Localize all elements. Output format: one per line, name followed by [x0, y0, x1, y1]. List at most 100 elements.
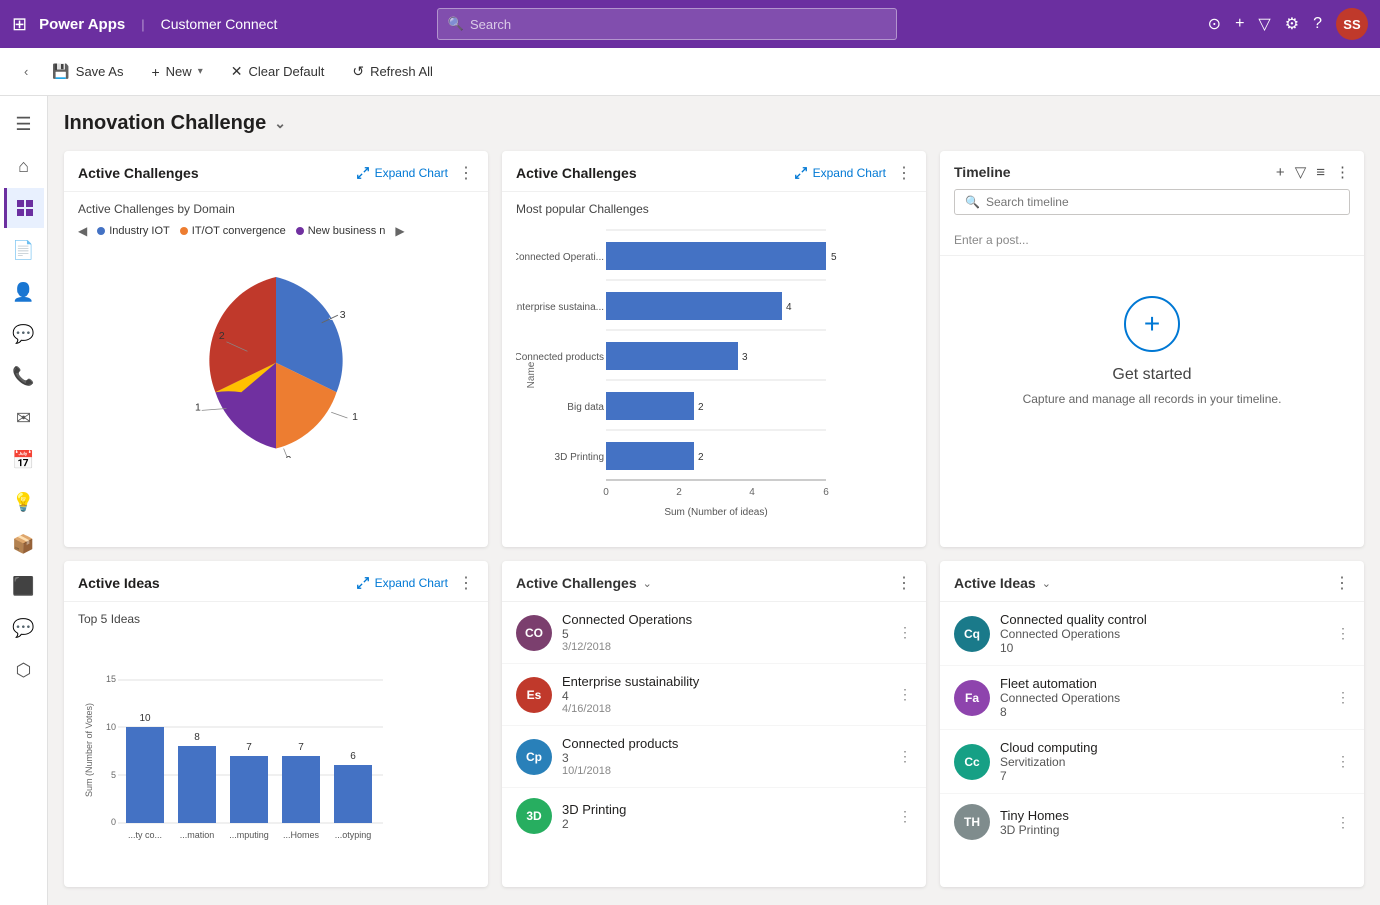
pie-expand-button[interactable]: Expand Chart [356, 166, 448, 180]
ideas-list-more-button[interactable]: ⋮ [1334, 573, 1350, 593]
pie-chart-container: 3 3 [78, 248, 474, 468]
pie-chart-subtitle: Active Challenges by Domain [78, 202, 474, 216]
timeline-search-icon: 🔍 [965, 195, 980, 209]
sidebar-box-icon[interactable]: 📦 [4, 524, 44, 564]
svg-text:10: 10 [106, 722, 116, 732]
item-more-cp[interactable]: ⋮ [898, 748, 912, 765]
active-challenges-pie-card: Active Challenges Expand Chart ⋮ Active … [64, 151, 488, 547]
clear-default-button[interactable]: ✕ Clear Default [219, 57, 337, 86]
sidebar-hex-icon[interactable]: ⬡ [4, 650, 44, 690]
ideas-chart-more-button[interactable]: ⋮ [458, 573, 474, 593]
sidebar-menu-icon[interactable]: ☰ [4, 104, 44, 144]
timeline-filter-icon[interactable]: ▽ [1295, 163, 1307, 181]
sidebar-lightbulb-icon[interactable]: 💡 [4, 482, 44, 522]
item-sub-cq: Connected Operations [1000, 627, 1326, 641]
pie-card-actions: Expand Chart ⋮ [356, 163, 474, 183]
item-more-es[interactable]: ⋮ [898, 686, 912, 703]
challenges-list-chevron[interactable]: ⌄ [643, 577, 652, 590]
item-name-cp: Connected products [562, 736, 888, 751]
filter-icon[interactable]: ▽ [1258, 14, 1270, 34]
entity-name-label: Customer Connect [161, 16, 278, 32]
timeline-add-icon[interactable]: + [1276, 164, 1285, 181]
sidebar-bubble-icon[interactable]: 💬 [4, 608, 44, 648]
challenges-list-title-wrap: Active Challenges ⌄ [516, 575, 652, 591]
item-count-co: 5 [562, 627, 888, 641]
user-avatar[interactable]: SS [1336, 8, 1368, 40]
sidebar-dashboard-icon[interactable] [4, 188, 44, 228]
sidebar-grid-icon[interactable]: ⬛ [4, 566, 44, 606]
apps-grid-icon[interactable]: ⊞ [12, 14, 27, 35]
active-ideas-list-card: Active Ideas ⌄ ⋮ Cq Connected quality co… [940, 561, 1364, 887]
legend-dot-itot [180, 227, 188, 235]
legend-next[interactable]: ▶ [395, 224, 404, 238]
svg-text:3: 3 [340, 310, 346, 321]
svg-text:3: 3 [742, 352, 748, 363]
svg-text:5: 5 [111, 770, 116, 780]
global-search-bar[interactable]: 🔍 [437, 8, 897, 40]
svg-text:7: 7 [298, 742, 304, 753]
sidebar-calendar-icon[interactable]: 📅 [4, 440, 44, 480]
svg-text:Enterprise sustaina...: Enterprise sustaina... [516, 302, 604, 313]
item-sub-fa: Connected Operations [1000, 691, 1326, 705]
svg-text:...Homes: ...Homes [283, 830, 320, 840]
legend-prev[interactable]: ◀ [78, 224, 87, 238]
sidebar-home-icon[interactable]: ⌂ [4, 146, 44, 186]
sidebar-chat-icon[interactable]: 💬 [4, 314, 44, 354]
new-button[interactable]: + New ▾ [139, 58, 214, 86]
help-icon[interactable]: ? [1313, 15, 1322, 33]
chart-row-2: Active Ideas Expand Chart ⋮ Top 5 Ideas … [64, 561, 1364, 887]
ideas-list-chevron[interactable]: ⌄ [1042, 577, 1051, 590]
svg-text:2: 2 [219, 331, 225, 342]
timeline-search-input[interactable] [986, 195, 1339, 209]
refresh-all-button[interactable]: ↺ Refresh All [340, 57, 445, 86]
circle-arrow-icon[interactable]: ⊙ [1208, 14, 1221, 34]
timeline-search-bar[interactable]: 🔍 [954, 189, 1350, 215]
top-nav-right: ⊙ + ▽ ⚙ ? SS [1208, 8, 1368, 40]
top-navigation: ⊞ Power Apps | Customer Connect 🔍 ⊙ + ▽ … [0, 0, 1380, 48]
bar-more-button[interactable]: ⋮ [896, 163, 912, 183]
item-avatar-es: Es [516, 677, 552, 713]
page-title-chevron[interactable]: ⌄ [274, 115, 286, 132]
svg-text:...otyping: ...otyping [335, 830, 372, 840]
timeline-more-icon[interactable]: ⋮ [1335, 163, 1350, 181]
ideas-chart-header: Active Ideas Expand Chart ⋮ [64, 561, 488, 602]
add-icon[interactable]: + [1235, 15, 1244, 33]
item-avatar-fa: Fa [954, 680, 990, 716]
enter-post-area[interactable]: Enter a post... [940, 225, 1364, 256]
svg-text:2: 2 [698, 452, 704, 463]
list-item: Es Enterprise sustainability 4 4/16/2018… [502, 664, 926, 726]
item-more-fa[interactable]: ⋮ [1336, 689, 1350, 706]
svg-text:4: 4 [786, 302, 792, 313]
item-name-es: Enterprise sustainability [562, 674, 888, 689]
item-sub-th: 3D Printing [1000, 823, 1326, 837]
active-ideas-chart-card: Active Ideas Expand Chart ⋮ Top 5 Ideas … [64, 561, 488, 887]
list-item: CO Connected Operations 5 3/12/2018 ⋮ [502, 602, 926, 664]
item-more-cc[interactable]: ⋮ [1336, 753, 1350, 770]
back-button[interactable]: ‹ [16, 58, 36, 85]
item-more-cq[interactable]: ⋮ [1336, 625, 1350, 642]
search-input[interactable] [470, 17, 886, 32]
sidebar-mail-icon[interactable]: ✉ [4, 398, 44, 438]
svg-text:...mputing: ...mputing [229, 830, 269, 840]
ideas-list-header: Active Ideas ⌄ ⋮ [940, 561, 1364, 602]
item-more-3d[interactable]: ⋮ [898, 808, 912, 825]
expand-icon-bar [794, 166, 808, 180]
new-dropdown-chevron[interactable]: ▾ [198, 66, 203, 77]
challenges-list-more-button[interactable]: ⋮ [896, 573, 912, 593]
legend-label-newbiz: New business n [308, 225, 386, 237]
settings-icon[interactable]: ⚙ [1285, 14, 1299, 34]
svg-text:1: 1 [352, 412, 358, 423]
item-more-th[interactable]: ⋮ [1336, 814, 1350, 831]
sidebar-phone-icon[interactable]: 📞 [4, 356, 44, 396]
item-more-co[interactable]: ⋮ [898, 624, 912, 641]
sidebar-person-icon[interactable]: 👤 [4, 272, 44, 312]
save-as-button[interactable]: 💾 Save As [40, 57, 135, 86]
timeline-add-button[interactable]: + [1124, 296, 1180, 352]
sidebar-doc-icon[interactable]: 📄 [4, 230, 44, 270]
timeline-card: Timeline + ▽ ≡ ⋮ 🔍 Enter a post... [940, 151, 1364, 547]
pie-more-button[interactable]: ⋮ [458, 163, 474, 183]
expand-icon [356, 166, 370, 180]
timeline-list-icon[interactable]: ≡ [1316, 164, 1325, 181]
ideas-expand-button[interactable]: Expand Chart [356, 576, 448, 590]
bar-expand-button[interactable]: Expand Chart [794, 166, 886, 180]
